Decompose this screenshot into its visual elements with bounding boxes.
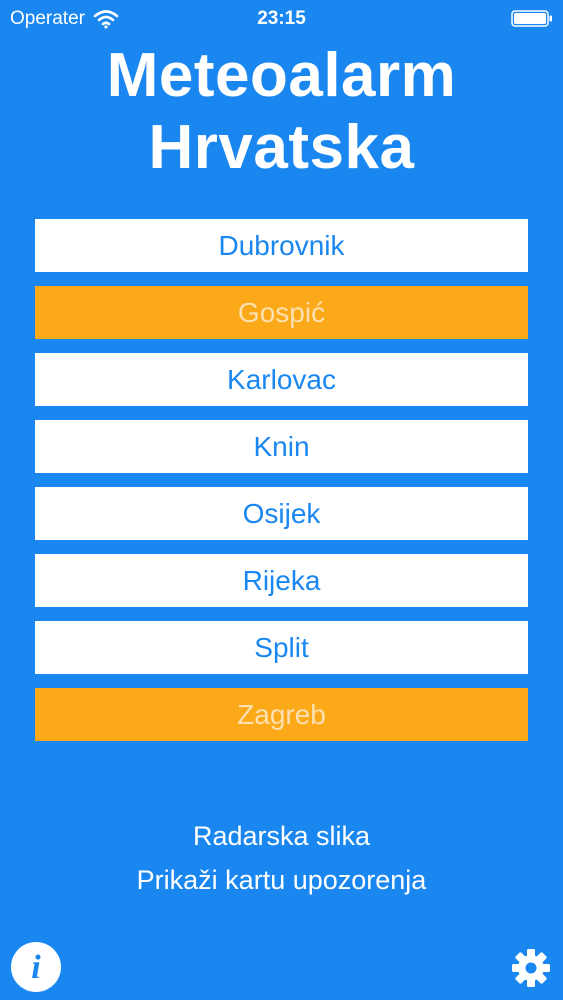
links-section: Radarska slika Prikaži kartu upozorenja [0,814,563,902]
status-time: 23:15 [257,8,306,29]
battery-icon [511,10,552,27]
city-button-knin[interactable]: Knin [35,420,528,473]
app-title-line1: Meteoalarm [106,41,457,110]
app-title: Meteoalarm Hrvatska [0,40,563,184]
city-button-gospic[interactable]: Gospić [35,286,528,339]
gear-icon[interactable] [511,948,551,988]
city-button-split[interactable]: Split [35,621,528,674]
radar-image-link[interactable]: Radarska slika [0,814,563,858]
city-button-rijeka[interactable]: Rijeka [35,554,528,607]
city-button-karlovac[interactable]: Karlovac [35,353,528,406]
info-icon[interactable]: i [11,942,61,992]
warning-map-link[interactable]: Prikaži kartu upozorenja [0,858,563,902]
city-list: Dubrovnik Gospić Karlovac Knin Osijek Ri… [35,219,528,755]
app-title-line2: Hrvatska [148,113,415,182]
status-bar: Operater 23:15 [0,0,563,38]
city-button-zagreb[interactable]: Zagreb [35,688,528,741]
city-button-dubrovnik[interactable]: Dubrovnik [35,219,528,272]
city-button-osijek[interactable]: Osijek [35,487,528,540]
